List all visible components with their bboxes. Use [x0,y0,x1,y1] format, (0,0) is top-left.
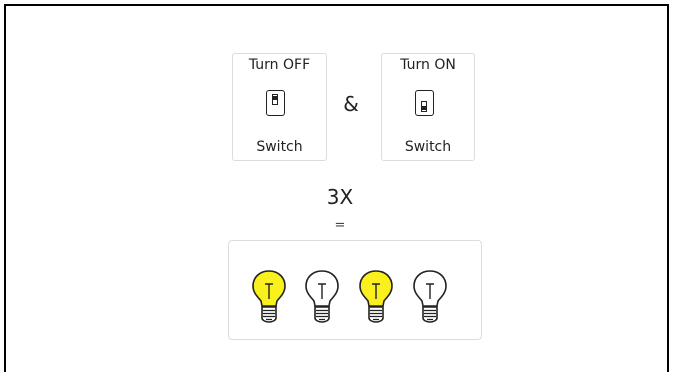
turn-on-title: Turn ON [400,57,456,73]
light-bulb-4-off-icon [413,270,447,323]
turn-on-switch-card: Turn ON Switch [381,53,475,161]
turn-off-subtitle: Switch [256,139,303,155]
light-bulb-2-off-icon [305,270,339,323]
ampersand: & [343,92,359,116]
turn-on-subtitle: Switch [404,139,452,155]
turn-off-title: Turn OFF [248,57,311,73]
multiplier-label: 3X [326,185,354,209]
bulb-panel [228,240,482,340]
light-bulb-3-on-icon [359,270,393,323]
switch-off-icon [266,90,285,116]
light-bulb-1-on-icon [252,270,286,323]
switch-on-icon [415,90,434,116]
equals-sign: = [334,218,346,233]
turn-off-switch-card: Turn OFF Switch [232,53,327,161]
